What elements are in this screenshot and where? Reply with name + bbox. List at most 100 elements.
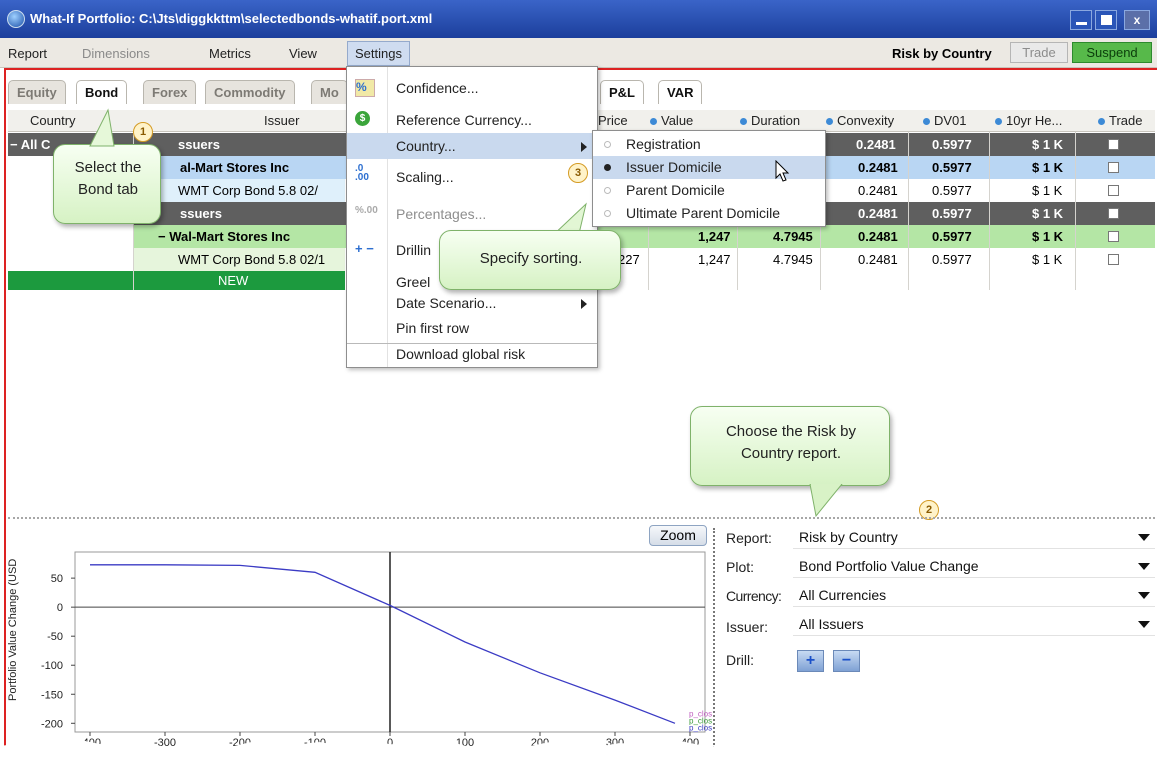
chevron-down-icon bbox=[1138, 592, 1150, 599]
row-issuer: ssuers bbox=[178, 137, 220, 152]
y-tick-label: -100 bbox=[41, 660, 63, 672]
trade-checkbox[interactable] bbox=[1108, 139, 1119, 150]
col-trade[interactable]: Trade bbox=[1098, 113, 1142, 128]
tab-commodity[interactable]: Commodity bbox=[205, 80, 295, 104]
col-dv01[interactable]: DV01 bbox=[923, 113, 967, 128]
menu-settings[interactable]: Settings bbox=[347, 41, 410, 66]
menu-item-scaling[interactable]: .0 .00 Scaling... bbox=[347, 164, 597, 190]
percent-icon: % bbox=[355, 79, 375, 97]
col-price[interactable]: Price bbox=[598, 113, 628, 128]
panel-divider[interactable] bbox=[713, 528, 715, 748]
menu-item-confidence[interactable]: % Confidence... bbox=[347, 75, 597, 101]
mouse-cursor-icon bbox=[775, 160, 790, 182]
chevron-down-icon bbox=[1138, 621, 1150, 628]
col-hedge[interactable]: 10yr He... bbox=[995, 113, 1062, 128]
col-duration[interactable]: Duration bbox=[740, 113, 800, 128]
submenu-arrow-icon bbox=[581, 299, 587, 309]
grid-divider bbox=[908, 132, 909, 290]
currency-icon: $ bbox=[355, 111, 370, 126]
minimize-button[interactable] bbox=[1070, 10, 1092, 30]
current-report-name: Risk by Country bbox=[892, 46, 992, 61]
close-button[interactable]: x bbox=[1124, 10, 1150, 30]
callout-risk-report: Choose the Risk by Country report. bbox=[690, 406, 890, 486]
col-issuer[interactable]: Issuer bbox=[264, 113, 299, 128]
submenu-item-registration[interactable]: Registration bbox=[593, 133, 825, 156]
row-dv01: 0.5977 bbox=[932, 160, 972, 175]
title-bar: What-If Portfolio: C:\Jts\diggkkttm\sele… bbox=[0, 0, 1157, 38]
y-tick-label: 50 bbox=[51, 573, 63, 585]
menu-metrics[interactable]: Metrics bbox=[209, 46, 251, 61]
tab-forex[interactable]: Forex bbox=[143, 80, 197, 104]
trade-checkbox[interactable] bbox=[1108, 185, 1119, 196]
menu-view[interactable]: View bbox=[289, 46, 317, 61]
trade-checkbox[interactable] bbox=[1108, 162, 1119, 173]
plot-select[interactable]: Bond Portfolio Value Change bbox=[793, 555, 1155, 578]
tab-pl[interactable]: P&L bbox=[600, 80, 644, 104]
tab-equity[interactable]: Equity bbox=[8, 80, 66, 104]
row-hedge: $ 1 K bbox=[1032, 229, 1064, 244]
row-issuer: ssuers bbox=[180, 206, 222, 221]
trade-checkbox[interactable] bbox=[1108, 208, 1119, 219]
row-value: 1,247 bbox=[698, 252, 731, 267]
row-hedge: $ 1 K bbox=[1032, 137, 1064, 152]
menu-item-country[interactable]: Country... bbox=[347, 133, 597, 159]
row-convexity: 0.2481 bbox=[858, 183, 898, 198]
drill-collapse-button[interactable]: − bbox=[833, 650, 860, 672]
radio-icon bbox=[604, 187, 611, 194]
menu-dimensions[interactable]: Dimensions bbox=[82, 46, 150, 61]
trade-checkbox[interactable] bbox=[1108, 231, 1119, 242]
step-badge: 1 bbox=[133, 122, 153, 142]
callout-sorting: Specify sorting. bbox=[439, 230, 621, 290]
row-country: − All C bbox=[10, 137, 51, 152]
tab-var[interactable]: VAR bbox=[658, 80, 703, 104]
row-value: 1,247 bbox=[698, 229, 731, 244]
panel-splitter[interactable] bbox=[8, 517, 1155, 519]
row-issuer: − Wal-Mart Stores Inc bbox=[158, 229, 291, 244]
maximize-button[interactable] bbox=[1095, 10, 1117, 30]
trade-button[interactable]: Trade bbox=[1010, 42, 1068, 63]
row-dv01: 0.5977 bbox=[932, 229, 972, 244]
col-country[interactable]: Country bbox=[30, 113, 76, 128]
issuer-label: Issuer: bbox=[726, 619, 769, 635]
callout-pointer bbox=[89, 108, 115, 147]
y-tick-label: -50 bbox=[47, 631, 63, 643]
y-tick-label: -150 bbox=[41, 689, 63, 701]
step-badge: 3 bbox=[568, 163, 588, 183]
currency-select[interactable]: All Currencies bbox=[793, 584, 1155, 607]
tab-more[interactable]: Mo bbox=[311, 80, 348, 104]
menu-item-reference-currency[interactable]: $ Reference Currency... bbox=[347, 107, 597, 133]
submenu-item-ultimate-parent-domicile[interactable]: Ultimate Parent Domicile bbox=[593, 202, 825, 225]
tab-bond[interactable]: Bond bbox=[76, 80, 128, 104]
issuer-select[interactable]: All Issuers bbox=[793, 613, 1155, 636]
col-convexity[interactable]: Convexity bbox=[826, 113, 894, 128]
row-hedge: $ 1 K bbox=[1032, 183, 1063, 198]
risk-chart: 500-50-100-150-200-400-300-200-100010020… bbox=[41, 551, 712, 748]
row-convexity: 0.2481 bbox=[858, 206, 898, 221]
col-value[interactable]: Value bbox=[650, 113, 693, 128]
menu-item-date-scenario[interactable]: Date Scenario... bbox=[347, 290, 597, 316]
grid-divider bbox=[1075, 132, 1076, 290]
row-hedge: $ 1 K bbox=[1032, 252, 1063, 267]
row-convexity: 0.2481 bbox=[858, 160, 898, 175]
suspend-button[interactable]: Suspend bbox=[1072, 42, 1152, 63]
row-issuer: al-Mart Stores Inc bbox=[180, 160, 290, 175]
grid-divider bbox=[989, 132, 990, 290]
menu-item-pin-first-row[interactable]: Pin first row bbox=[347, 315, 597, 341]
report-select[interactable]: Risk by Country bbox=[793, 526, 1155, 549]
trade-checkbox[interactable] bbox=[1108, 254, 1119, 265]
currency-label: Currency: bbox=[726, 588, 782, 604]
row-dv01: 0.5977 bbox=[932, 252, 972, 267]
radio-icon bbox=[604, 141, 611, 148]
drill-expand-button[interactable]: + bbox=[797, 650, 824, 672]
plot-label: Plot: bbox=[726, 559, 755, 575]
menu-item-download-global-risk[interactable]: Download global risk bbox=[347, 341, 597, 367]
zoom-button[interactable]: Zoom bbox=[649, 525, 707, 546]
drill-label: Drill: bbox=[726, 652, 754, 668]
plus-minus-icon: + − bbox=[355, 241, 374, 256]
row-dv01: 0.5977 bbox=[932, 183, 972, 198]
row-dv01: 0.5977 bbox=[932, 206, 972, 221]
row-convexity: 0.2481 bbox=[856, 137, 896, 152]
row-hedge: $ 1 K bbox=[1032, 206, 1064, 221]
menu-report[interactable]: Report bbox=[8, 46, 47, 61]
row-hedge: $ 1 K bbox=[1032, 160, 1064, 175]
